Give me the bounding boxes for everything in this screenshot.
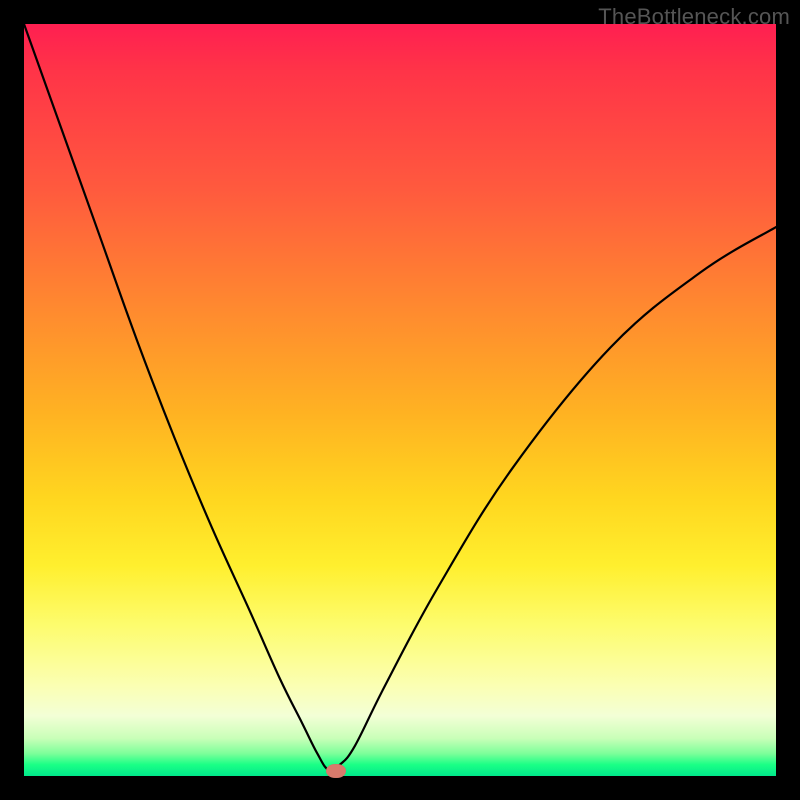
watermark-text: TheBottleneck.com bbox=[598, 4, 790, 30]
optimum-marker bbox=[326, 764, 346, 778]
bottleneck-curve bbox=[24, 24, 776, 776]
plot-area bbox=[24, 24, 776, 776]
chart-frame: TheBottleneck.com bbox=[0, 0, 800, 800]
